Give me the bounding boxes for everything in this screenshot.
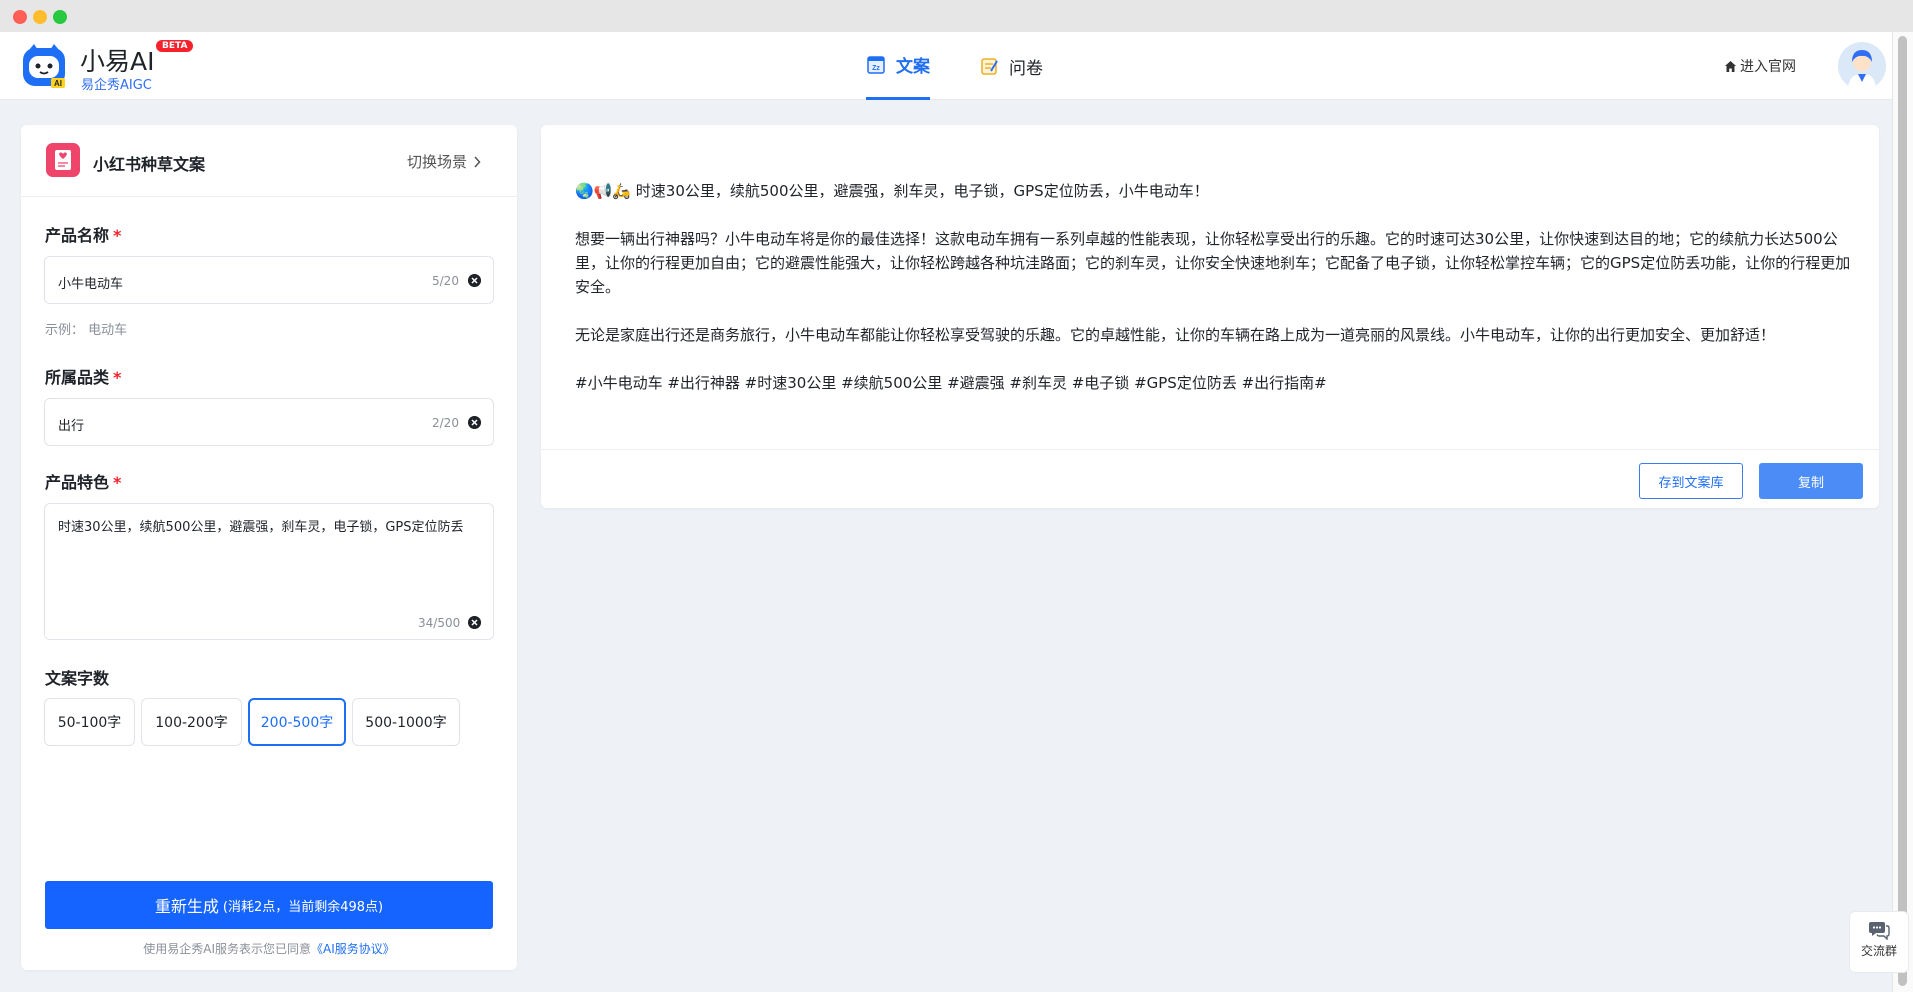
scene-title: 小红书种草文案 (93, 155, 206, 174)
tab-questionnaire-label: 问卷 (1009, 58, 1043, 79)
result-paragraph: 想要一辆出行神器吗？小牛电动车将是你的最佳选择！这款电动车拥有一系列卓越的性能表… (575, 230, 1851, 296)
result-panel: 🌏📢🛵 时速30公里，续航500公里，避震强，刹车灵，电子锁，GPS定位防丢，小… (541, 125, 1879, 508)
result-paragraph: 🌏📢🛵 时速30公里，续航500公里，避震强，刹车灵，电子锁，GPS定位防丢，小… (575, 182, 1209, 200)
official-site-label: 进入官网 (1740, 59, 1796, 75)
required-mark: * (113, 226, 122, 245)
notepad-icon (981, 58, 998, 75)
regenerate-button[interactable]: 重新生成 (消耗2点，当前剩余498点) (45, 881, 493, 929)
window-maximize-button[interactable] (53, 10, 67, 24)
features-label: 产品特色 * (45, 469, 121, 493)
switch-scene-button[interactable]: 切换场景 (407, 151, 481, 172)
clear-input-icon[interactable] (468, 616, 481, 629)
result-paragraph: 无论是家庭出行还是商务旅行，小牛电动车都能让你轻松享受驾驶的乐趣。它的卓越性能，… (575, 326, 1776, 344)
robot-logo-icon: AI (23, 44, 65, 88)
length-label: 文案字数 (45, 669, 110, 688)
input-panel: 小红书种草文案 切换场景 产品名称 * 小牛电动车 5/20 示例： 电动车 所属… (21, 125, 517, 970)
switch-scene-label: 切换场景 (407, 153, 468, 171)
features-counter: 34/500 (418, 616, 461, 630)
features-label-text: 产品特色 (45, 473, 110, 492)
window-close-button[interactable] (13, 10, 27, 24)
product-name-value: 小牛电动车 (58, 277, 124, 292)
product-name-hint: 示例： 电动车 (45, 323, 128, 338)
category-label: 所属品类 * (45, 364, 121, 388)
length-option-50-100[interactable]: 50-100字 (44, 698, 135, 746)
clear-input-icon[interactable] (468, 274, 481, 287)
home-icon (1725, 60, 1736, 72)
regenerate-label: 重新生成 (154, 897, 219, 916)
features-value: 时速30公里，续航500公里，避震强，刹车灵，电子锁，GPS定位防丢 (58, 520, 464, 535)
length-option-200-500[interactable]: 200-500字 (248, 698, 346, 746)
svg-text:Zz: Zz (872, 65, 880, 72)
user-avatar-icon (1838, 42, 1886, 90)
chevron-right-icon (474, 155, 481, 168)
community-group-label: 交流群 (1860, 944, 1897, 958)
features-textarea[interactable]: 时速30公里，续航500公里，避震强，刹车灵，电子锁，GPS定位防丢 34/50… (44, 503, 494, 640)
length-option-500-1000[interactable]: 500-1000字 (352, 698, 460, 746)
beta-badge: BETA (156, 40, 194, 52)
user-avatar[interactable] (1838, 42, 1886, 90)
tab-questionnaire[interactable]: 问卷 (979, 32, 1043, 100)
document-icon: Zz (867, 55, 885, 74)
scrollbar-thumb[interactable] (1898, 36, 1907, 986)
svg-text:AI: AI (54, 79, 62, 88)
page-scrollbar[interactable] (1892, 32, 1913, 992)
generated-copy: 🌏📢🛵 时速30公里，续航500公里，避震强，刹车灵，电子锁，GPS定位防丢，小… (575, 179, 1855, 419)
product-name-counter: 5/20 (432, 274, 459, 288)
agreement-link[interactable]: 《AI服务协议》 (311, 942, 395, 956)
clear-input-icon[interactable] (468, 416, 481, 429)
required-mark: * (113, 473, 122, 492)
product-name-input[interactable]: 小牛电动车 5/20 (44, 256, 494, 304)
category-value: 出行 (58, 419, 85, 434)
agreement-text: 使用易企秀AI服务表示您已同意 (143, 942, 311, 956)
category-counter: 2/20 (432, 416, 459, 430)
result-actions: 存到文案库 复制 (541, 449, 1879, 508)
top-header: AI 小易AI BETA 易企秀AIGC Zz 文案 问卷 进入官网 (0, 32, 1892, 100)
tab-copywriting[interactable]: Zz 文案 (866, 32, 930, 100)
brand-name: 小易AI (80, 47, 155, 76)
required-mark: * (113, 368, 122, 387)
service-agreement: 使用易企秀AI服务表示您已同意《AI服务协议》 (21, 940, 517, 957)
scene-header: 小红书种草文案 切换场景 (21, 125, 517, 197)
product-name-label-text: 产品名称 (45, 226, 110, 245)
window-minimize-button[interactable] (33, 10, 47, 24)
community-group-button[interactable]: 交流群 (1849, 911, 1909, 973)
product-name-label: 产品名称 * (45, 222, 121, 246)
regenerate-cost-note: (消耗2点，当前剩余498点) (222, 899, 384, 915)
save-to-library-button[interactable]: 存到文案库 (1639, 463, 1743, 499)
category-label-text: 所属品类 (45, 368, 110, 387)
chat-bubble-icon (1869, 922, 1890, 940)
length-option-100-200[interactable]: 100-200字 (141, 698, 242, 746)
category-input[interactable]: 出行 2/20 (44, 398, 494, 446)
result-hashtags: #小牛电动车 #出行神器 #时速30公里 #续航500公里 #避震强 #刹车灵 … (575, 374, 1327, 392)
xiaohongshu-scene-icon (46, 143, 80, 177)
copy-button[interactable]: 复制 (1759, 463, 1863, 499)
tab-copywriting-label: 文案 (896, 57, 930, 77)
window-titlebar (0, 0, 1913, 32)
brand-subtitle: 易企秀AIGC (81, 78, 152, 93)
official-site-link[interactable]: 进入官网 (1724, 56, 1796, 76)
